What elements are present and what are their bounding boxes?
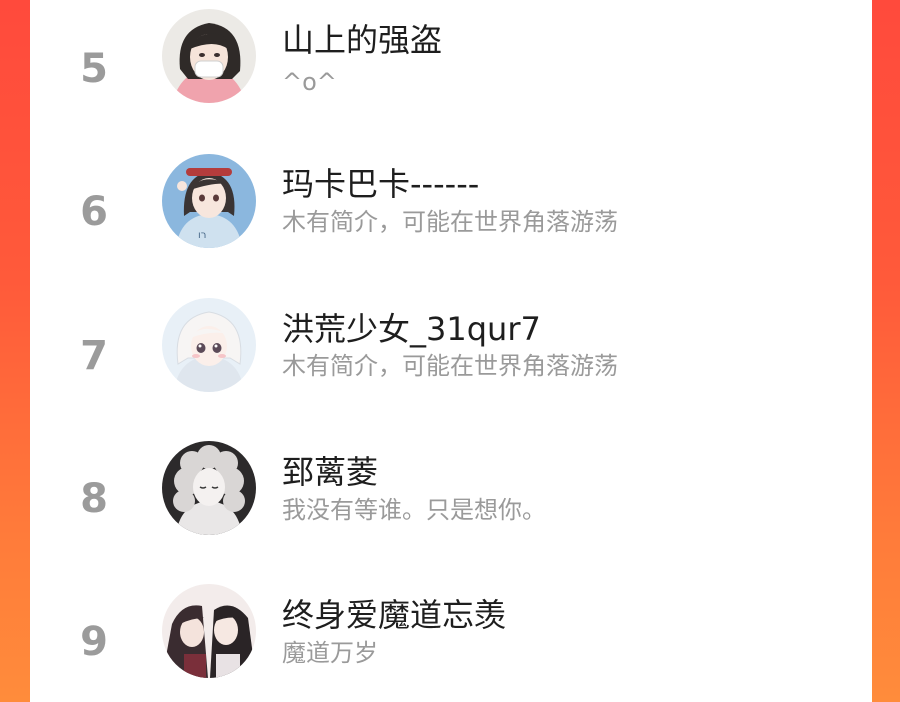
rank-number: 8 — [80, 476, 108, 522]
svg-text:רו: רו — [198, 230, 206, 241]
list-item[interactable]: 5 山上的强盗 ^o^ — [30, 9, 872, 105]
user-bio: 木有简介，可能在世界角落游荡 — [282, 208, 618, 236]
avatar[interactable] — [162, 298, 256, 392]
avatar[interactable] — [162, 9, 256, 103]
avatar[interactable] — [162, 441, 256, 535]
rank-number: 6 — [80, 189, 108, 235]
user-name[interactable]: 玛卡巴卡------ — [282, 166, 479, 202]
list-item[interactable]: 6 רו 玛卡巴卡------ 木有简介，可能在世界角落游荡 — [30, 154, 872, 250]
user-bio: 我没有等谁。只是想你。 — [282, 496, 546, 524]
list-item[interactable]: 9 终身爱魔道忘羡 魔道万岁 — [30, 584, 872, 680]
ranking-list-panel: 5 山上的强盗 ^o^ 6 רו 玛卡巴卡------ 木有简介，可能在世界角落… — [30, 0, 872, 702]
user-name[interactable]: 洪荒少女_31qur7 — [282, 311, 541, 347]
user-bio: ^o^ — [282, 68, 337, 96]
rank-number: 5 — [80, 46, 108, 92]
user-name[interactable]: 郅蓠菱 — [282, 454, 378, 490]
user-name[interactable]: 山上的强盗 — [282, 22, 442, 58]
user-bio: 木有简介，可能在世界角落游荡 — [282, 352, 618, 380]
avatar[interactable]: רו — [162, 154, 256, 248]
rank-number: 7 — [80, 333, 108, 379]
avatar[interactable] — [162, 584, 256, 678]
list-item[interactable]: 8 郅蓠菱 我没有等谁。只是想你。 — [30, 441, 872, 537]
user-name[interactable]: 终身爱魔道忘羡 — [282, 597, 506, 633]
user-bio: 魔道万岁 — [282, 639, 378, 667]
rank-number: 9 — [80, 619, 108, 665]
list-item[interactable]: 7 洪荒少女_31qur7 木有简介，可能在世界角落游荡 — [30, 298, 872, 394]
